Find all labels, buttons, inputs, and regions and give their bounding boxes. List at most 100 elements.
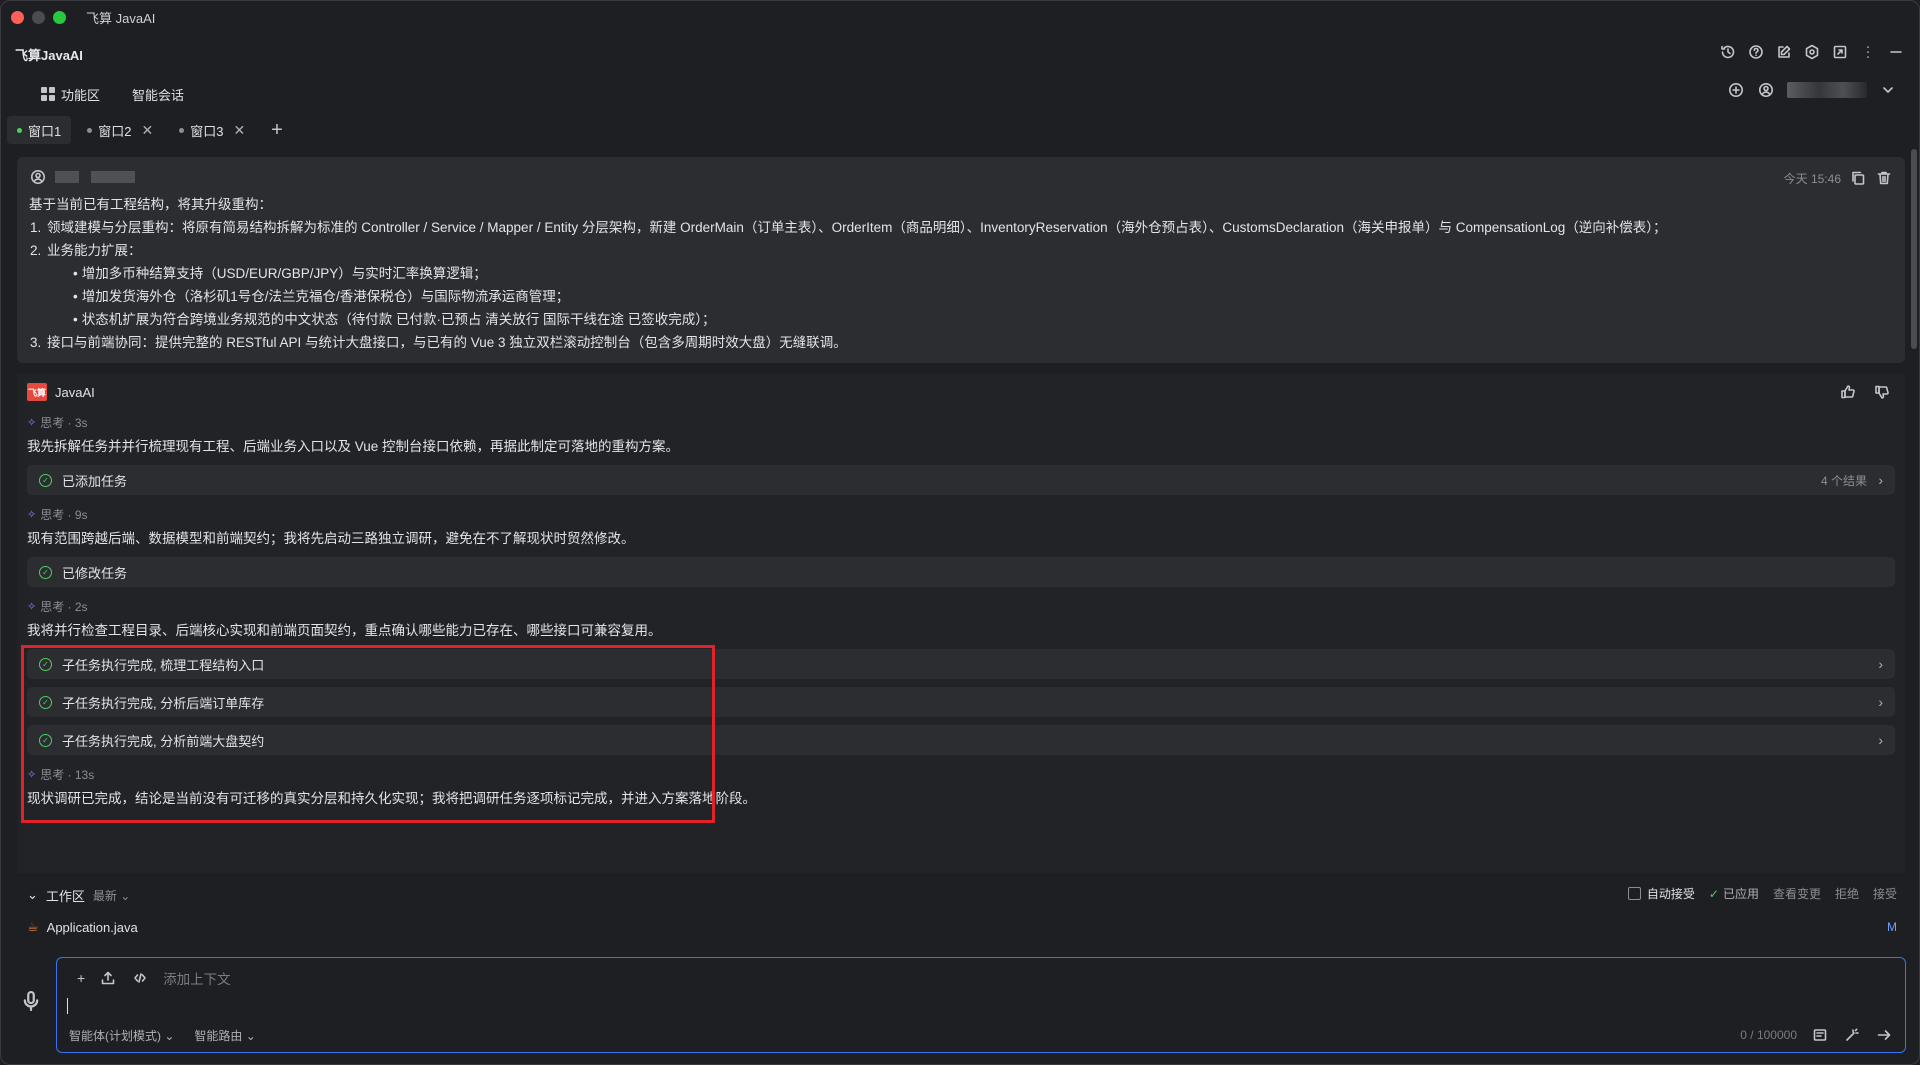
task-card[interactable]: ✓ 已添加任务 4 个结果 › bbox=[27, 465, 1895, 495]
thinking-indicator[interactable]: ✧ 思考 · 13s bbox=[27, 765, 1895, 783]
close-window-button[interactable] bbox=[11, 10, 24, 24]
assistant-header: 飞算 JavaAI bbox=[27, 381, 1895, 403]
reject-button[interactable]: 拒绝 bbox=[1835, 885, 1859, 902]
tab-window-3[interactable]: 窗口3 ✕ bbox=[169, 116, 255, 144]
check-circle-icon: ✓ bbox=[39, 473, 52, 487]
latest-label: 最新 bbox=[92, 888, 117, 903]
subtask-card[interactable]: ✓ 子任务执行完成, 分析前端大盘契约 › bbox=[27, 725, 1895, 755]
chat-scrollbar[interactable] bbox=[1911, 149, 1917, 349]
user-message-header bbox=[29, 167, 1893, 187]
template-icon[interactable] bbox=[1811, 1026, 1829, 1044]
feedback-buttons bbox=[1839, 383, 1891, 401]
thumbs-up-icon[interactable] bbox=[1839, 383, 1857, 401]
send-icon[interactable] bbox=[1875, 1026, 1893, 1044]
add-context-button[interactable]: 添加上下文 bbox=[163, 968, 231, 988]
changed-file-row[interactable]: ☕ Application.java M bbox=[27, 917, 1897, 937]
edit-icon[interactable] bbox=[1775, 43, 1793, 61]
chevron-down-icon[interactable] bbox=[1879, 81, 1897, 99]
thinking-label: 思考 · 2s bbox=[40, 599, 88, 614]
workspace-latest-dropdown[interactable]: 最新 ⌄ bbox=[93, 887, 130, 904]
auto-accept-label: 自动接受 bbox=[1646, 887, 1695, 901]
thinking-icon: ✧ bbox=[27, 600, 37, 613]
assistant-text: 现有范围跨越后端、数据模型和前端契约；我将先启动三路独立调研，避免在不了解现状时… bbox=[27, 531, 635, 546]
thinking-indicator[interactable]: ✧ 思考 · 9s bbox=[27, 505, 1895, 523]
workspace-bar: ⌄ 工作区 最新 ⌄ 自动接受 ✓ 已应用 查看变更 拒绝 接受 bbox=[27, 885, 1897, 905]
add-icon[interactable]: + bbox=[77, 970, 85, 986]
message-intro: 基于当前已有工程结构，将其升级重构： bbox=[29, 197, 272, 212]
session-tabs: 窗口1 窗口2 ✕ 窗口3 ✕ + bbox=[7, 115, 283, 145]
chevron-right-icon: › bbox=[1878, 656, 1883, 672]
thinking-label: 思考 · 3s bbox=[40, 415, 88, 430]
composer-actions: 0 / 100000 bbox=[1740, 1026, 1893, 1044]
plugin-header: 飞算JavaAI bbox=[1, 39, 1919, 69]
close-tab-icon[interactable]: ✕ bbox=[233, 122, 245, 139]
message-time: 今天 15:46 bbox=[1783, 171, 1841, 186]
copy-icon[interactable] bbox=[1849, 169, 1867, 187]
delete-icon[interactable] bbox=[1875, 169, 1893, 187]
grid-icon bbox=[41, 87, 55, 101]
user-name-redacted bbox=[55, 171, 135, 183]
agent-mode-label: 智能体(计划模式) bbox=[69, 1029, 161, 1043]
route-label: 智能路由 bbox=[194, 1029, 243, 1043]
file-name: Application.java bbox=[46, 919, 138, 935]
check-circle-icon: ✓ bbox=[39, 565, 52, 579]
user-icon[interactable] bbox=[1757, 81, 1775, 99]
accept-button[interactable]: 接受 bbox=[1873, 885, 1897, 902]
history-icon[interactable] bbox=[1719, 43, 1737, 61]
auto-accept-checkbox[interactable] bbox=[1627, 887, 1641, 900]
minimize-window-button[interactable] bbox=[32, 10, 45, 24]
task-card[interactable]: ✓ 已修改任务 bbox=[27, 557, 1895, 587]
minimize-panel-icon[interactable] bbox=[1887, 43, 1905, 61]
settings-icon[interactable] bbox=[1803, 43, 1821, 61]
thumbs-down-icon[interactable] bbox=[1873, 383, 1891, 401]
code-icon[interactable] bbox=[131, 969, 149, 987]
javaai-logo: 飞算 bbox=[27, 383, 47, 401]
thinking-icon: ✧ bbox=[27, 416, 37, 429]
chevron-right-icon: › bbox=[1878, 472, 1883, 488]
help-icon[interactable] bbox=[1747, 43, 1765, 61]
assistant-message: 飞算 JavaAI ✧ 思考 · 3s 我先拆解任务并并行梳理现有工程、后端业务… bbox=[17, 373, 1905, 873]
tab-status-dot bbox=[179, 127, 185, 133]
chat-area: 今天 15:46 基于当前已有工程结构，将其升级重构： 领域建模与分层重构：将原… bbox=[17, 157, 1905, 873]
window-title: 飞算 JavaAI bbox=[86, 10, 156, 26]
nav-smart-chat-label: 智能会话 bbox=[132, 87, 185, 103]
check-circle-icon: ✓ bbox=[39, 695, 52, 709]
magic-wand-icon[interactable] bbox=[1843, 1026, 1861, 1044]
close-tab-icon[interactable]: ✕ bbox=[141, 122, 153, 139]
zoom-window-button[interactable] bbox=[53, 10, 66, 24]
list-item-label: 业务能力扩展： bbox=[47, 243, 142, 258]
header-toolbar bbox=[1719, 43, 1905, 61]
thinking-indicator[interactable]: ✧ 思考 · 3s bbox=[27, 413, 1895, 431]
chat-input-box[interactable]: + 添加上下文 智能体(计划模式) ⌄ 智能路由 ⌄ 0 / 100000 bbox=[56, 957, 1906, 1053]
route-dropdown[interactable]: 智能路由 ⌄ bbox=[194, 1027, 255, 1044]
nav-function-area[interactable]: 功能区 bbox=[41, 85, 100, 104]
sub-list-item: 增加发货海外仓（洛杉矶1号仓/法兰克福仓/香港保税仓）与国际物流承运商管理； bbox=[71, 285, 1893, 308]
sub-list-item: 增加多币种结算支持（USD/EUR/GBP/JPY）与实时汇率换算逻辑； bbox=[71, 262, 1893, 285]
subtask-card[interactable]: ✓ 子任务执行完成, 分析后端订单库存 › bbox=[27, 687, 1895, 717]
workspace-toggle[interactable]: ⌄ 工作区 最新 ⌄ bbox=[27, 886, 130, 905]
java-file-icon: ☕ bbox=[27, 919, 39, 934]
check-circle-icon: ✓ bbox=[39, 733, 52, 747]
tab-window-1[interactable]: 窗口1 bbox=[7, 116, 72, 144]
add-circle-icon[interactable] bbox=[1727, 81, 1745, 99]
tab-window-2[interactable]: 窗口2 ✕ bbox=[77, 116, 163, 144]
subtask-card[interactable]: ✓ 子任务执行完成, 梳理工程结构入口 › bbox=[27, 649, 1895, 679]
composer-options: 智能体(计划模式) ⌄ 智能路由 ⌄ bbox=[69, 1027, 256, 1044]
thinking-label: 思考 · 9s bbox=[40, 507, 88, 522]
microphone-icon[interactable] bbox=[19, 989, 43, 1013]
nav-actions bbox=[1727, 81, 1897, 99]
thinking-indicator[interactable]: ✧ 思考 · 2s bbox=[27, 597, 1895, 615]
nav-smart-chat[interactable]: 智能会话 bbox=[132, 85, 184, 104]
add-tab-icon[interactable]: + bbox=[271, 120, 283, 140]
upload-icon[interactable] bbox=[99, 969, 117, 987]
expand-icon[interactable] bbox=[1831, 43, 1849, 61]
auto-accept-toggle[interactable]: 自动接受 bbox=[1627, 885, 1695, 902]
thinking-icon: ✧ bbox=[27, 508, 37, 521]
title-bar: 飞算 JavaAI bbox=[1, 1, 1919, 33]
assistant-name: JavaAI bbox=[55, 384, 95, 400]
window-controls bbox=[11, 10, 66, 24]
task-label: 已修改任务 bbox=[62, 565, 128, 581]
more-icon[interactable] bbox=[1859, 43, 1877, 61]
agent-mode-dropdown[interactable]: 智能体(计划模式) ⌄ bbox=[69, 1027, 174, 1044]
view-changes-button[interactable]: 查看变更 bbox=[1773, 885, 1821, 902]
